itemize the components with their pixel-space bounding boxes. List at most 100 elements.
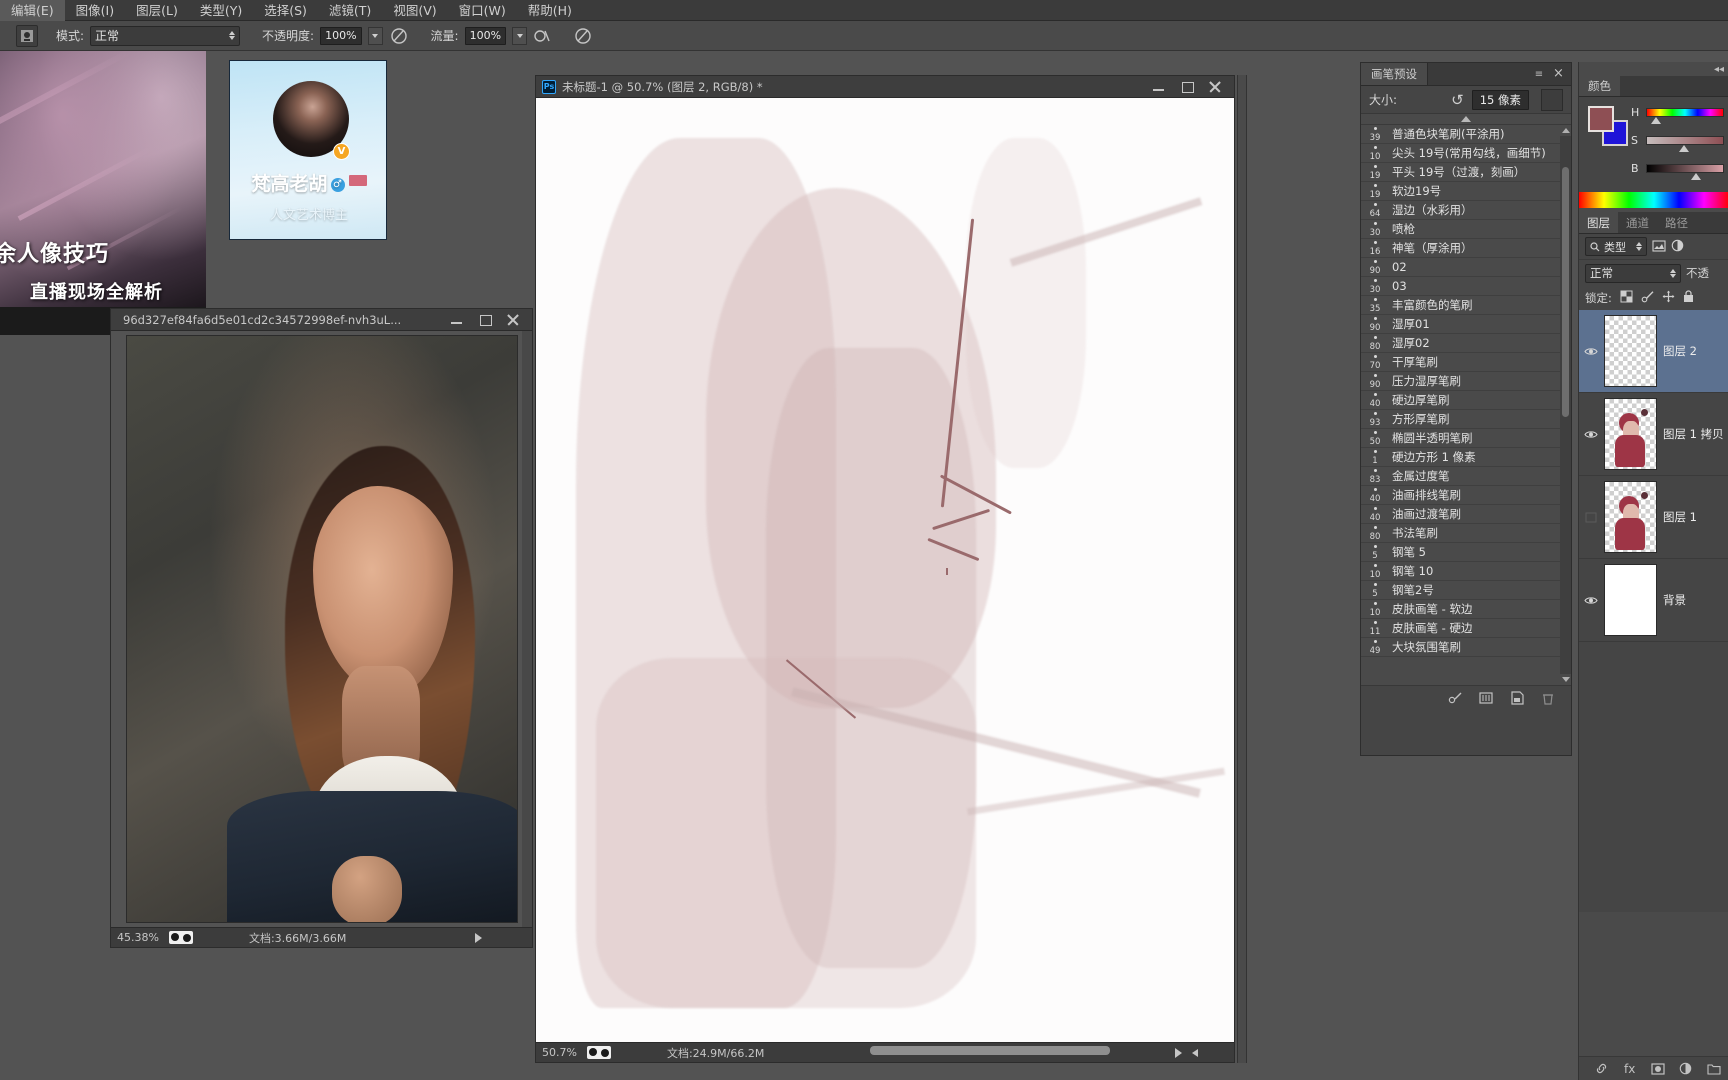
brush-preset-list[interactable]: 39 普通色块笔刷(平涂用) 10 尖头 19号(常用勾线，画细节) 19 平头 19号（… (1361, 125, 1571, 685)
flow-input[interactable]: 100% (464, 26, 507, 45)
brush-size-value[interactable]: 15 像素 (1471, 89, 1529, 110)
brush-preset-row[interactable]: 64 湿边（水彩用） (1361, 201, 1571, 220)
opacity-pressure-icon[interactable] (389, 26, 409, 46)
main-canvas[interactable] (536, 98, 1234, 1042)
menu-select[interactable]: 选择(S) (253, 0, 318, 21)
close-icon[interactable]: × (1552, 67, 1565, 80)
flow-dropdown-button[interactable] (512, 26, 528, 45)
main-zoom-level[interactable]: 50.7% (542, 1046, 577, 1059)
photo-zoom-level[interactable]: 45.38% (117, 931, 159, 944)
new-group-icon[interactable] (1706, 1061, 1721, 1076)
filter-adjustment-icon[interactable] (1671, 237, 1684, 256)
brush-preset-picker-icon[interactable] (16, 24, 38, 47)
brush-preset-row[interactable]: 30 喷枪 (1361, 220, 1571, 239)
brush-preset-row[interactable]: 40 硬边厚笔刷 (1361, 391, 1571, 410)
brightness-slider[interactable] (1646, 164, 1724, 180)
foreground-color-swatch[interactable] (1588, 106, 1614, 132)
panel-menu-icon[interactable]: ≡ (1533, 68, 1545, 80)
status-expand-icon[interactable] (1175, 1047, 1182, 1058)
adjustment-layer-icon[interactable] (1678, 1061, 1693, 1076)
brush-preset-row[interactable]: 1 硬边方形 1 像素 (1361, 448, 1571, 467)
menu-filter[interactable]: 滤镜(T) (318, 0, 382, 21)
lock-transparent-icon[interactable] (1620, 290, 1633, 306)
brush-list-scroll-up[interactable] (1361, 114, 1571, 125)
minimize-button[interactable] (1152, 80, 1166, 94)
tab-layers[interactable]: 图层 (1579, 212, 1618, 233)
layer-visibility-toggle[interactable] (1583, 510, 1598, 525)
tab-brush-presets[interactable]: 画笔预设 (1361, 63, 1428, 85)
brush-list-scrollbar[interactable] (1560, 125, 1571, 685)
new-preset-icon[interactable] (1509, 690, 1524, 705)
brush-preset-row[interactable]: 90 湿厚01 (1361, 315, 1571, 334)
layer-thumbnail[interactable] (1604, 481, 1657, 553)
lock-all-icon[interactable] (1683, 290, 1694, 306)
close-button[interactable] (506, 313, 520, 327)
new-brush-icon[interactable] (1447, 690, 1462, 705)
brush-preset-row[interactable]: 10 皮肤画笔 - 软边 (1361, 600, 1571, 619)
lock-paint-icon[interactable] (1641, 290, 1654, 306)
layer-style-icon[interactable]: fx (1622, 1061, 1637, 1076)
layer-thumbnail[interactable] (1604, 564, 1657, 636)
layer-visibility-toggle[interactable] (1583, 427, 1598, 442)
brush-preset-row[interactable]: 5 钢笔2号 (1361, 581, 1571, 600)
brush-preset-row[interactable]: 30 03 (1361, 277, 1571, 296)
photo-canvas[interactable] (111, 331, 532, 927)
streamer-profile-card[interactable]: V 梵高老胡 ♂ 人文艺术博主 (229, 60, 387, 240)
blend-mode-select[interactable]: 正常 (90, 25, 241, 46)
layer-visibility-toggle[interactable] (1583, 593, 1598, 608)
opacity-input[interactable]: 100% (320, 26, 362, 45)
layer-mask-icon[interactable] (1650, 1061, 1665, 1076)
filter-pixel-icon[interactable] (1652, 237, 1666, 256)
brush-preset-row[interactable]: 10 钢笔 10 (1361, 562, 1571, 581)
brush-preset-row[interactable]: 80 书法笔刷 (1361, 524, 1571, 543)
layer-list[interactable]: 图层 2 图层 1 拷贝 图层 1 背景 (1579, 310, 1728, 642)
layer-thumbnail[interactable] (1604, 398, 1657, 470)
brush-preset-row[interactable]: 16 神笔（厚涂用） (1361, 239, 1571, 258)
menu-window[interactable]: 窗口(W) (448, 0, 517, 21)
document-window-main[interactable]: Ps 未标题-1 @ 50.7% (图层 2, RGB/8) * 50.7% 文… (535, 75, 1235, 1063)
brush-preset-row[interactable]: 49 大块氛围笔刷 (1361, 638, 1571, 657)
brush-preset-row[interactable]: 80 湿厚02 (1361, 334, 1571, 353)
menu-image[interactable]: 图像(I) (65, 0, 125, 21)
maximize-button[interactable] (1180, 80, 1194, 94)
brush-preset-row[interactable]: 19 软边19号 (1361, 182, 1571, 201)
brush-preset-row[interactable]: 50 椭圆半透明笔刷 (1361, 429, 1571, 448)
layer-visibility-toggle[interactable] (1583, 344, 1598, 359)
brush-preset-row[interactable]: 39 普通色块笔刷(平涂用) (1361, 125, 1571, 144)
layer-row[interactable]: 图层 1 拷贝 (1579, 393, 1728, 476)
link-layers-icon[interactable] (1594, 1061, 1609, 1076)
brush-preset-row[interactable]: 40 油画排线笔刷 (1361, 486, 1571, 505)
layer-row[interactable]: 背景 (1579, 559, 1728, 642)
minimize-button[interactable] (450, 313, 464, 327)
delete-icon[interactable] (1540, 690, 1555, 705)
airbrush-icon[interactable] (533, 26, 553, 46)
layer-row[interactable]: 图层 1 (1579, 476, 1728, 559)
tab-channels[interactable]: 通道 (1618, 212, 1657, 233)
main-canvas-hscrollbar[interactable] (870, 1046, 1110, 1055)
flow-pressure-icon[interactable] (573, 26, 593, 46)
brush-preset-row[interactable]: 35 丰富颜色的笔刷 (1361, 296, 1571, 315)
layer-filter-type-select[interactable]: 类型 (1585, 237, 1647, 256)
main-window-titlebar[interactable]: Ps 未标题-1 @ 50.7% (图层 2, RGB/8) * (536, 76, 1234, 98)
brush-preset-row[interactable]: 70 干厚笔刷 (1361, 353, 1571, 372)
tab-paths[interactable]: 路径 (1657, 212, 1696, 233)
document-window-photo[interactable]: 96d327ef84fa6d5e01cd2c34572998ef-nvh3uL.… (110, 308, 533, 948)
brush-preset-row[interactable]: 40 油画过渡笔刷 (1361, 505, 1571, 524)
collapsed-panel-strip[interactable] (1237, 75, 1247, 1063)
menu-help[interactable]: 帮助(H) (517, 0, 583, 21)
layer-thumbnail[interactable] (1604, 315, 1657, 387)
brush-preset-row[interactable]: 11 皮肤画笔 - 硬边 (1361, 619, 1571, 638)
brush-preset-row[interactable]: 5 钢笔 5 (1361, 543, 1571, 562)
maximize-button[interactable] (478, 313, 492, 327)
lock-move-icon[interactable] (1662, 290, 1675, 306)
tab-color[interactable]: 颜色 (1579, 76, 1620, 96)
menu-edit[interactable]: 编辑(E) (0, 0, 65, 21)
brush-preset-row[interactable]: 10 尖头 19号(常用勾线，画细节) (1361, 144, 1571, 163)
status-expand-icon[interactable] (475, 932, 482, 943)
hue-slider[interactable] (1646, 108, 1724, 124)
menu-type[interactable]: 类型(Y) (189, 0, 253, 21)
reset-arrow-icon[interactable]: ↺ (1451, 91, 1464, 109)
photo-window-titlebar[interactable]: 96d327ef84fa6d5e01cd2c34572998ef-nvh3uL.… (111, 309, 532, 331)
saturation-slider[interactable] (1646, 136, 1724, 152)
menu-view[interactable]: 视图(V) (382, 0, 447, 21)
